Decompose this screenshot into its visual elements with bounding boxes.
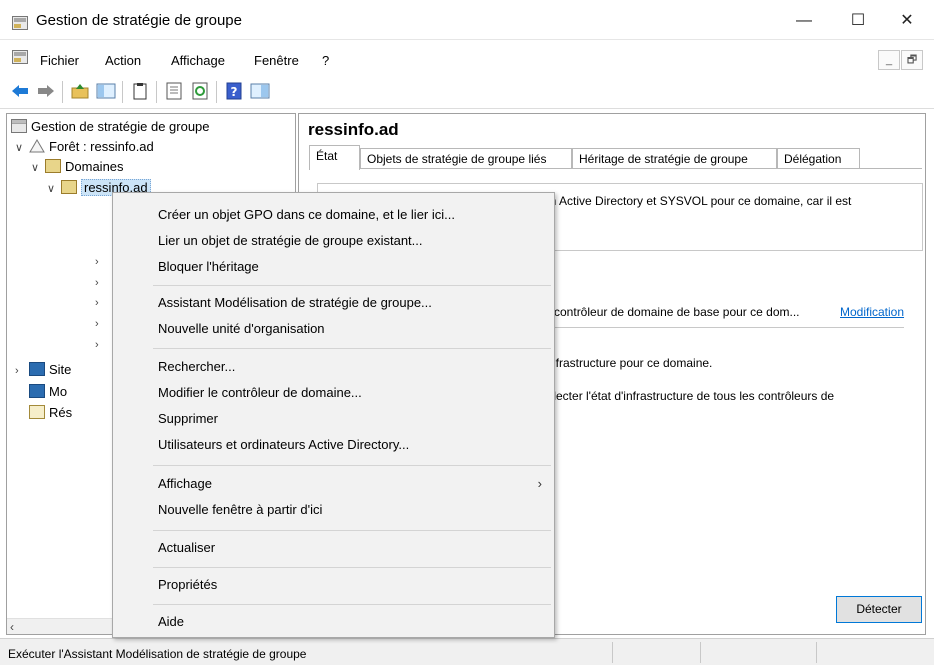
tree-label: Mo [49,384,68,399]
tab-inheritance[interactable]: Héritage de stratégie de groupe [572,148,777,169]
menu-affichage[interactable]: Affichage [171,53,225,68]
menu-separator [153,348,551,349]
properties-icon[interactable] [164,82,184,100]
tree-label: Rés [49,405,73,420]
modify-link[interactable]: Modification [840,305,904,319]
gpm-icon [11,119,27,133]
collapse-icon[interactable]: ∨ [31,161,45,174]
menu-bar: Fichier Action Affichage Fenêtre ? _ 🗗 [0,40,934,74]
expand-icon[interactable]: › [15,365,29,377]
toolbar: ? [0,74,934,109]
minimize-button[interactable]: — [784,6,824,36]
scroll-left-icon[interactable]: ‹ [10,620,14,634]
tab-delegation[interactable]: Délégation [777,148,860,169]
menu-delete[interactable]: Supprimer [113,407,554,433]
menu-view-label: Affichage [158,476,212,491]
console-tree-icon[interactable] [250,82,270,100]
menu-help[interactable]: ? [322,53,329,68]
refresh-icon[interactable] [190,82,210,100]
mdi-restore-button[interactable]: 🗗 [901,50,923,70]
divider [544,327,904,328]
tree-item-forest[interactable]: ∨ Forêt : ressinfo.ad [15,139,154,159]
menu-new-ou[interactable]: Nouvelle unité d'organisation [113,317,554,343]
status-divider [612,642,613,663]
up-folder-icon[interactable] [70,82,90,100]
context-menu: Créer un objet GPO dans ce domaine, et l… [112,192,555,638]
infra-text: 'infrastructure pour ce domaine. [544,356,713,370]
menu-fenetre[interactable]: Fenêtre [254,53,299,68]
tree-expander[interactable]: › [95,274,109,294]
menu-action[interactable]: Action [105,53,141,68]
tree-label: Gestion de stratégie de groupe [31,119,210,134]
menu-separator [153,604,551,605]
tree-expander[interactable]: › [95,253,109,273]
status-bar: Exécuter l'Assistant Modélisation de str… [0,638,934,665]
domain-icon [61,180,77,194]
tree-item-root[interactable]: Gestion de stratégie de groupe [11,119,210,139]
toolbar-separator [122,81,123,103]
tab-linked-gpo[interactable]: Objets de stratégie de groupe liés [360,148,572,169]
collapse-icon[interactable]: ∨ [15,141,29,154]
tree-label: Domaines [65,159,124,174]
status-divider [700,642,701,663]
sites-icon [29,362,45,376]
menu-link-gpo[interactable]: Lier un objet de stratégie de groupe exi… [113,229,554,255]
mdi-minimize-button[interactable]: _ [878,50,900,70]
title-bar: Gestion de stratégie de groupe — ☐ ✕ [0,0,934,40]
show-hide-tree-icon[interactable] [96,82,116,100]
menu-new-window[interactable]: Nouvelle fenêtre à partir d'ici [113,498,554,524]
tree-label: Site [49,362,72,377]
status-divider [816,642,817,663]
baseline-dc-text: e contrôleur de domaine de base pour ce … [544,305,800,319]
menu-separator [153,567,551,568]
tree-item-results[interactable]: Rés [29,405,72,425]
forward-arrow-icon[interactable] [36,82,56,100]
clipboard-icon[interactable] [130,82,150,100]
detect-button[interactable]: Détecter [836,596,922,623]
tree-item-sites[interactable]: › Site [15,362,71,382]
page-title: ressinfo.ad [308,120,399,139]
tree-expander[interactable]: › [95,336,109,356]
menu-help-item[interactable]: Aide [113,610,554,636]
info-text: on Active Directory et SYSVOL pour ce do… [543,194,852,208]
menu-ad-users-computers[interactable]: Utilisateurs et ordinateurs Active Direc… [113,433,554,459]
back-arrow-icon[interactable] [10,82,30,100]
domains-icon [45,159,61,173]
svg-text:?: ? [231,85,238,99]
menu-properties[interactable]: Propriétés [113,573,554,599]
tree-expander[interactable]: › [95,315,109,335]
menu-change-dc[interactable]: Modifier le contrôleur de domaine... [113,381,554,407]
toolbar-separator [156,81,157,103]
menu-create-gpo[interactable]: Créer un objet GPO dans ce domaine, et l… [113,203,554,229]
menu-separator [153,285,551,286]
menu-separator [153,530,551,531]
menu-separator [153,465,551,466]
help-icon[interactable]: ? [224,82,244,100]
maximize-button[interactable]: ☐ [838,6,878,36]
mdi-child-icon[interactable] [12,50,28,64]
status-text: Exécuter l'Assistant Modélisation de str… [8,647,307,661]
forest-icon [29,139,45,153]
menu-refresh[interactable]: Actualiser [113,536,554,562]
menu-search[interactable]: Rechercher... [113,355,554,381]
toolbar-separator [62,81,63,103]
close-button[interactable]: ✕ [887,6,927,36]
results-icon [29,405,45,419]
tree-label: Forêt : ressinfo.ad [49,139,154,154]
menu-fichier[interactable]: Fichier [40,53,79,68]
menu-modeling-wizard[interactable]: Assistant Modélisation de stratégie de g… [113,291,554,317]
gpm-app-icon [12,16,28,30]
menu-block-inheritance[interactable]: Bloquer l'héritage [113,255,554,281]
menu-view[interactable]: Affichage › [113,472,554,498]
tree-expander[interactable]: › [95,294,109,314]
collapse-icon[interactable]: ∨ [47,182,61,195]
tree-item-modeling[interactable]: Mo [29,384,67,404]
tab-etat[interactable]: État [309,145,360,170]
window-title: Gestion de stratégie de groupe [36,12,242,29]
submenu-arrow-icon: › [537,476,542,491]
modeling-icon [29,384,45,398]
collect-text: ollecter l'état d'infrastructure de tous… [544,389,835,403]
toolbar-separator [216,81,217,103]
tree-item-domains[interactable]: ∨ Domaines [31,159,124,179]
